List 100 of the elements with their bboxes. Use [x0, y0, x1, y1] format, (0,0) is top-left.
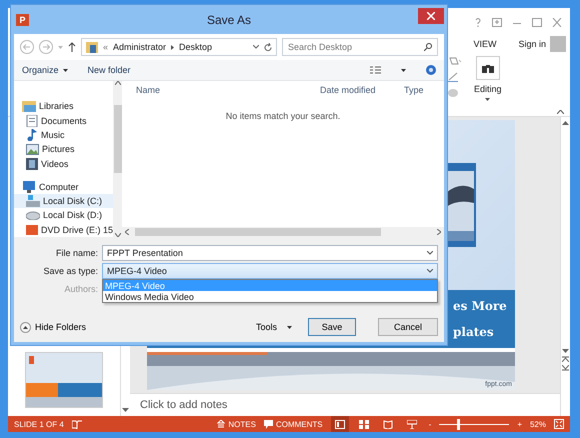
search-icon — [424, 43, 432, 51]
document-icon — [26, 114, 38, 127]
slide-sorter-icon — [358, 420, 369, 428]
scroll-down-icon — [122, 408, 129, 412]
comment-icon — [264, 420, 273, 428]
slide-text: es More — [453, 299, 508, 313]
binoculars-icon — [482, 63, 494, 73]
nav-item[interactable]: DVD Drive (E:) 15 — [14, 222, 114, 237]
caret-icon — [485, 98, 490, 101]
breadcrumb-item[interactable]: Administrator — [113, 42, 166, 52]
nav-item[interactable]: Pictures — [14, 142, 114, 156]
view-options-icon — [370, 66, 381, 74]
slide-counter: SLIDE 1 OF 4 — [14, 420, 64, 428]
column-header[interactable]: Date modified — [306, 85, 390, 95]
close-icon — [427, 12, 435, 20]
editing-button[interactable] — [476, 56, 500, 80]
reading-view-icon — [382, 420, 393, 428]
breadcrumb-item[interactable]: Desktop — [179, 42, 212, 52]
normal-view-icon — [334, 420, 345, 428]
chevron-right-icon — [171, 44, 174, 50]
zoom-in-button[interactable]: + — [517, 420, 522, 428]
drive-icon — [26, 210, 40, 220]
chevron-down-icon — [427, 251, 433, 255]
scroll-down-icon — [114, 233, 121, 237]
nav-item[interactable]: Local Disk (C:) — [14, 194, 114, 208]
ribbon-display-icon — [492, 18, 502, 26]
dialog-button[interactable]: Cancel — [378, 318, 438, 336]
collapse-icon — [20, 322, 31, 332]
previous-slide-icon — [562, 356, 569, 362]
file-name-field[interactable]: FPPT Presentation — [102, 245, 438, 261]
new-folder-button[interactable]: New folder — [88, 65, 131, 75]
scroll-left-icon — [125, 229, 129, 235]
comments-button[interactable]: COMMENTS — [276, 420, 323, 428]
maximize-icon — [532, 18, 542, 26]
dialog-button[interactable]: Save — [308, 318, 356, 336]
caret-icon — [58, 46, 63, 48]
film-icon — [26, 158, 38, 170]
file-name-label: File name: — [54, 248, 98, 258]
sign-in-link[interactable]: Sign in — [518, 39, 546, 49]
folder-icon — [86, 41, 98, 53]
dropdown-option[interactable]: Windows Media Video — [103, 291, 437, 302]
nav-item[interactable]: Local Disk (D:) — [14, 208, 114, 223]
scroll-right-icon — [437, 229, 441, 235]
search-field[interactable]: Search Desktop — [282, 38, 438, 56]
breadcrumb-separator: « — [103, 42, 108, 52]
nav-item[interactable]: Documents — [14, 113, 114, 128]
caret-icon — [401, 68, 406, 72]
chevron-down-icon — [253, 45, 259, 49]
nav-group[interactable]: Libraries — [39, 101, 74, 112]
music-note-icon — [26, 128, 38, 141]
zoom-slider-thumb[interactable] — [456, 418, 460, 430]
forward-icon — [39, 40, 53, 54]
drive-icon — [26, 195, 40, 208]
zoom-out-button[interactable]: - — [428, 420, 432, 428]
picture-icon — [26, 144, 39, 155]
back-icon — [20, 40, 34, 54]
monitor-icon — [22, 180, 36, 193]
slide-text: plates — [453, 325, 495, 339]
nav-item[interactable]: Videos — [14, 156, 114, 171]
shape-fill-icon — [448, 56, 462, 66]
notes-icon — [217, 420, 226, 428]
address-bar[interactable]: « Administrator Desktop — [81, 38, 277, 56]
view-button[interactable] — [330, 416, 349, 432]
fit-slide-icon — [554, 419, 564, 429]
up-arrow-icon — [68, 42, 76, 52]
notes-button[interactable]: NOTES — [228, 420, 256, 428]
zoom-level[interactable]: 52% — [530, 420, 546, 428]
scrollbar-thumb[interactable] — [135, 228, 381, 236]
nav-group[interactable]: Computer — [39, 182, 79, 192]
help-icon — [426, 65, 436, 75]
save-type-dropdown[interactable]: MPEG-4 Video — [102, 263, 438, 279]
editing-label: Editing — [474, 84, 502, 94]
column-header[interactable]: Type — [390, 85, 444, 95]
collapse-ribbon-icon — [557, 110, 564, 114]
close-icon — [552, 18, 562, 26]
nav-item[interactable]: Music — [14, 128, 114, 142]
window-title: Save As — [206, 12, 252, 26]
scroll-up-icon — [114, 81, 121, 85]
chevron-down-icon — [427, 269, 433, 273]
caret-icon — [62, 68, 68, 72]
slide-thumbnail[interactable] — [25, 352, 103, 408]
close-button[interactable] — [418, 8, 444, 24]
hide-folders-button[interactable]: Hide Folders — [20, 322, 86, 332]
scroll-down-icon — [562, 349, 569, 353]
authors-label: Authors: — [63, 284, 98, 294]
column-header[interactable]: Name — [122, 85, 306, 95]
slideshow-icon — [406, 420, 417, 428]
scroll-up-icon — [562, 121, 569, 125]
scrollbar-thumb[interactable] — [114, 105, 122, 173]
organize-menu[interactable]: Organize — [22, 65, 68, 75]
tools-menu[interactable]: Tools — [256, 322, 292, 332]
next-slide-icon — [562, 365, 569, 371]
save-type-label: Save as type: — [42, 266, 98, 276]
ribbon-tab[interactable]: VIEW — [473, 39, 496, 49]
refresh-icon — [264, 42, 272, 52]
caret-icon — [287, 326, 292, 328]
app-logo: P — [16, 14, 29, 26]
folder-icon — [22, 100, 36, 112]
empty-message: No items match your search. — [226, 111, 340, 123]
notes-field[interactable]: Click to add notes — [130, 393, 560, 416]
